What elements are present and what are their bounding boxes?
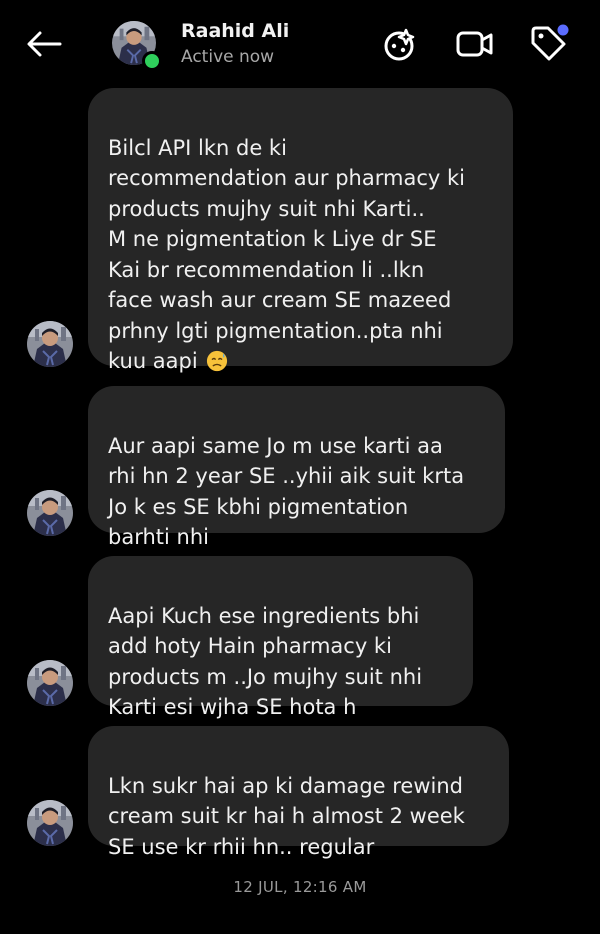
online-indicator [142, 51, 162, 71]
message-text: Bilcl API lkn de ki recommendation aur p… [108, 135, 465, 374]
message-timestamp: 12 JUL, 12:16 AM [233, 878, 367, 896]
notification-badge [557, 24, 569, 36]
video-call-button[interactable] [454, 23, 496, 65]
contact-name[interactable]: Raahid Ali [181, 20, 289, 42]
sender-avatar[interactable] [27, 490, 73, 536]
message-text: Lkn sukr hai ap ki damage rewind cream s… [108, 773, 465, 859]
message-bubble[interactable]: Bilcl API lkn de ki recommendation aur p… [88, 88, 513, 373]
message-text: Aapi Kuch ese ingredients bhi add hoty H… [108, 603, 423, 720]
arrow-left-icon [27, 31, 62, 57]
message-bubble[interactable]: Aapi Kuch ese ingredients bhi add hoty H… [88, 556, 473, 719]
back-button[interactable] [22, 22, 66, 66]
effects-icon [384, 28, 415, 61]
tag-button[interactable] [528, 23, 570, 65]
message-bubble[interactable]: Lkn sukr hai ap ki damage rewind cream s… [88, 726, 509, 859]
message-text: Aur aapi same Jo m use karti aa rhi hn 2… [108, 433, 465, 550]
tag-icon [531, 24, 569, 61]
effects-button[interactable] [380, 23, 422, 65]
message-bubble[interactable]: Aur aapi same Jo m use karti aa rhi hn 2… [88, 386, 505, 549]
chat-header: Raahid Ali Active now [0, 0, 600, 86]
sender-avatar[interactable] [27, 660, 73, 706]
sender-avatar[interactable] [27, 321, 73, 367]
sender-avatar[interactable] [27, 800, 73, 846]
video-call-icon [456, 31, 493, 57]
contact-status: Active now [181, 47, 275, 67]
sad-sweat-face-emoji [207, 350, 228, 372]
